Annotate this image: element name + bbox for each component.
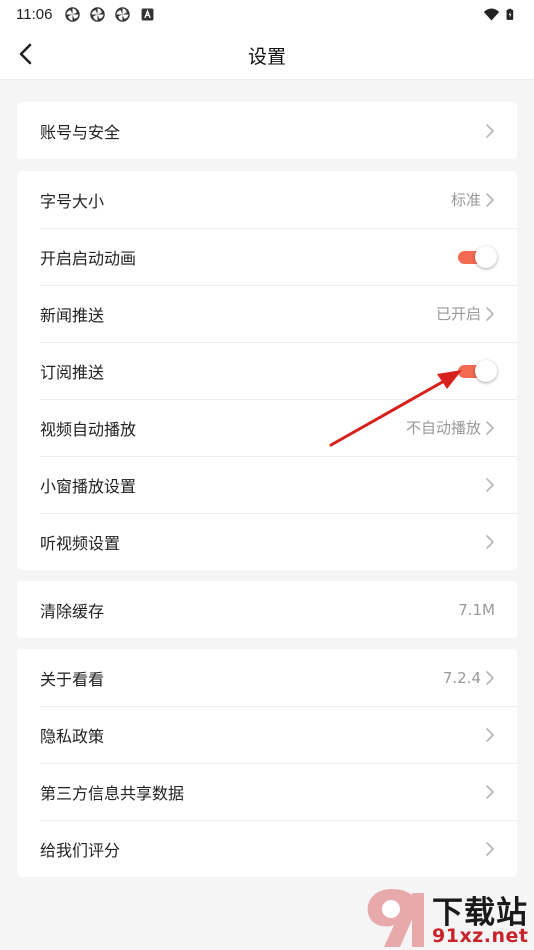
- chevron-right-icon: [486, 841, 494, 856]
- settings-row[interactable]: 听视频设置: [17, 513, 517, 570]
- settings-row-value: 不自动播放: [405, 419, 481, 437]
- settings-row[interactable]: 小窗播放设置: [17, 456, 517, 513]
- settings-row-label: 开启启动动画: [40, 248, 137, 268]
- settings-row-right: [485, 123, 495, 138]
- watermark: 下载站 91xz.net: [362, 885, 534, 950]
- settings-row-label: 小窗播放设置: [40, 476, 137, 496]
- toggle-switch[interactable]: [457, 359, 497, 382]
- battery-charging-icon: [506, 8, 514, 20]
- toggle-knob: [475, 359, 497, 382]
- settings-row-right: 7.1M: [458, 601, 495, 619]
- settings-row[interactable]: 关于看看 7.2.4: [17, 649, 517, 706]
- status-icons-left: [64, 6, 156, 23]
- settings-group-about: 关于看看 7.2.4 隐私政策第三方信息共享数据 给我们评分: [17, 649, 517, 877]
- settings-group-cache: 清除缓存 7.1M: [17, 581, 517, 638]
- settings-row[interactable]: 第三方信息共享数据: [17, 763, 517, 820]
- settings-row-right: 7.2.4: [443, 669, 495, 687]
- wifi-icon: [483, 8, 500, 20]
- toggle-switch[interactable]: [457, 245, 497, 268]
- toggle-knob: [475, 245, 497, 268]
- chevron-right-icon: [486, 784, 494, 799]
- pinwheel-icon: [65, 6, 81, 22]
- settings-row-value: 7.1M: [458, 600, 495, 619]
- settings-row-label: 视频自动播放: [40, 419, 137, 439]
- settings-row-label: 账号与安全: [40, 122, 121, 142]
- settings-row-right: [485, 784, 495, 799]
- settings-row[interactable]: 订阅推送: [17, 342, 517, 399]
- settings-row-right: 标准: [451, 189, 495, 210]
- settings-row[interactable]: 字号大小 标准: [17, 171, 517, 228]
- status-bar: 11:06: [0, 0, 534, 28]
- chevron-right-icon: [486, 420, 494, 435]
- status-icons-right: [483, 6, 518, 23]
- settings-row-label: 关于看看: [40, 669, 105, 689]
- chevron-right-icon: [486, 727, 494, 742]
- settings-row[interactable]: 给我们评分: [17, 820, 517, 877]
- chevron-right-icon: [486, 477, 494, 492]
- settings-row-value: 已开启: [435, 305, 481, 323]
- settings-row-right: [485, 727, 495, 742]
- settings-row[interactable]: 隐私政策: [17, 706, 517, 763]
- settings-row-label: 清除缓存: [40, 601, 105, 621]
- pinwheel-icon: [90, 6, 106, 22]
- page-title: 设置: [247, 46, 286, 68]
- chevron-right-icon: [486, 123, 494, 138]
- pinwheel-icon: [115, 6, 131, 22]
- settings-row-right: [457, 245, 497, 268]
- settings-row-label: 第三方信息共享数据: [40, 783, 185, 803]
- chevron-right-icon: [486, 192, 494, 207]
- settings-row-label: 订阅推送: [40, 362, 105, 382]
- watermark-url: 91xz.net: [432, 925, 529, 947]
- settings-group-account: 账号与安全: [17, 102, 517, 159]
- settings-row-value: 标准: [450, 191, 481, 209]
- settings-row-right: 不自动播放: [406, 417, 495, 438]
- settings-row-right: [485, 841, 495, 856]
- settings-group-preferences: 字号大小 标准开启启动动画 新闻推送 已开启订阅推送视频自动播放 不自动播放小窗播放设置…: [17, 171, 517, 570]
- chevron-right-icon: [486, 670, 494, 685]
- settings-row-label: 字号大小: [40, 191, 105, 211]
- chevron-right-icon: [486, 306, 494, 321]
- 91-logo-icon: [367, 889, 424, 947]
- settings-row-label: 隐私政策: [40, 726, 105, 746]
- settings-row-right: 已开启: [436, 303, 495, 324]
- settings-row-label: 听视频设置: [40, 533, 121, 553]
- settings-row-label: 给我们评分: [40, 840, 121, 860]
- settings-row-value: 7.2.4: [442, 668, 481, 687]
- settings-row[interactable]: 新闻推送 已开启: [17, 285, 517, 342]
- settings-row[interactable]: 视频自动播放 不自动播放: [17, 399, 517, 456]
- settings-row[interactable]: 账号与安全: [17, 102, 517, 159]
- settings-row-label: 新闻推送: [40, 305, 105, 325]
- settings-row-right: [485, 534, 495, 549]
- status-time: 11:06: [16, 5, 53, 23]
- settings-row-right: [485, 477, 495, 492]
- settings-row[interactable]: 清除缓存 7.1M: [17, 581, 517, 638]
- chevron-right-icon: [486, 534, 494, 549]
- settings-row-right: [457, 359, 497, 382]
- font-a-icon: [141, 8, 154, 20]
- nav-bar: 设置: [0, 28, 534, 80]
- settings-row[interactable]: 开启启动动画: [17, 228, 517, 285]
